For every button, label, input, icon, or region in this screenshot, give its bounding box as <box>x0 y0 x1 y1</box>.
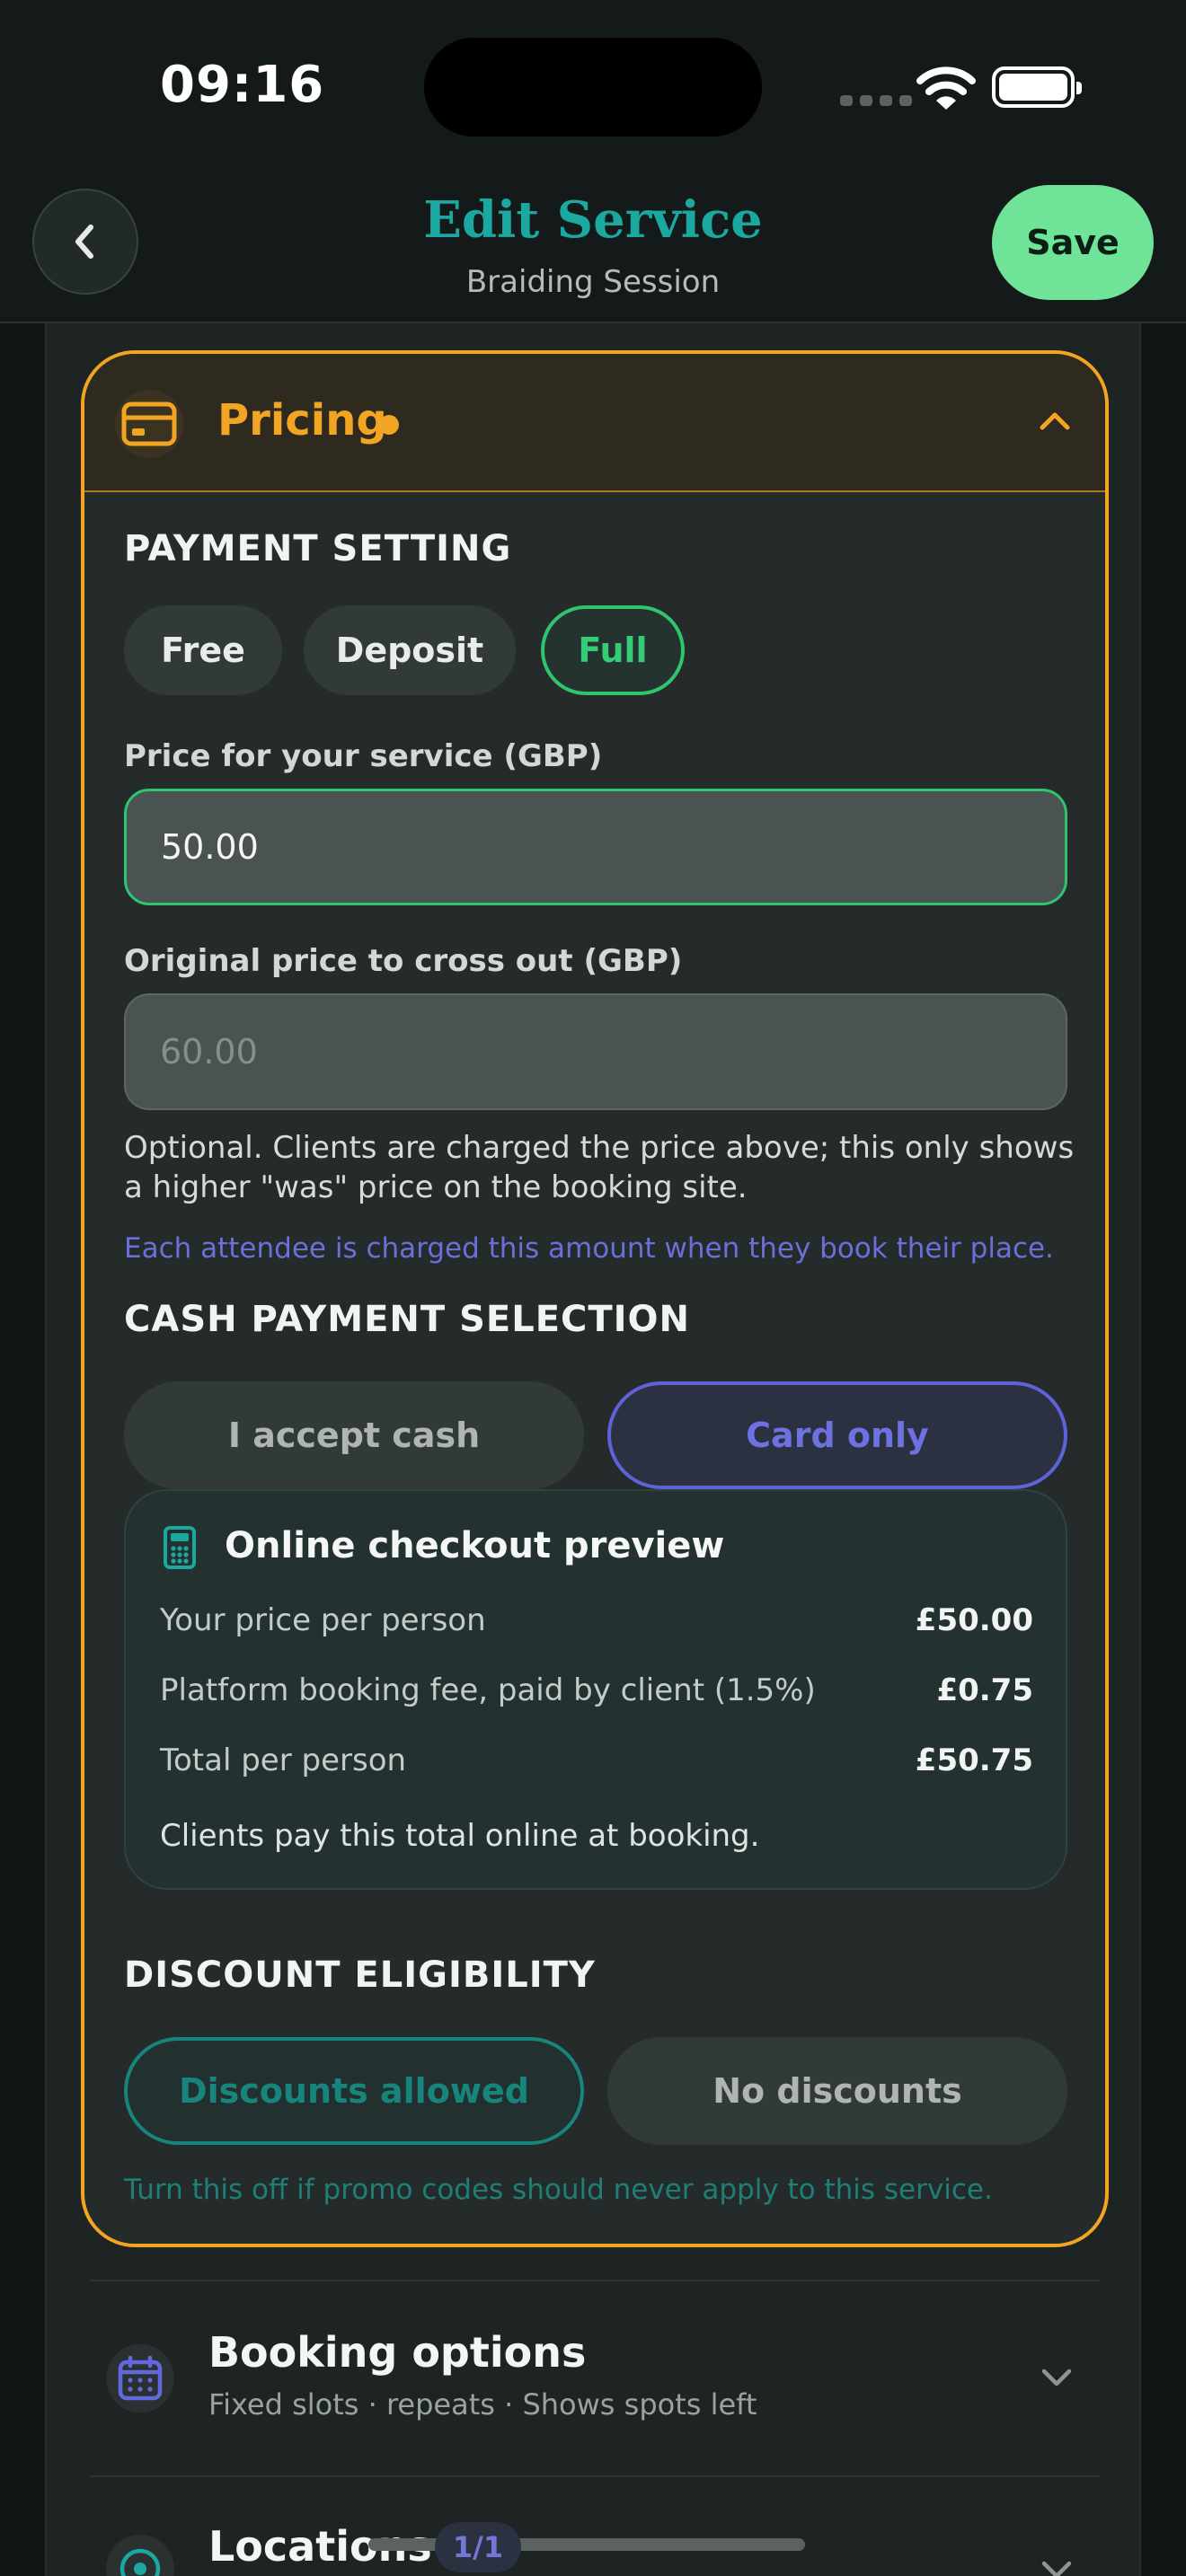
location-pin-icon <box>106 2535 174 2576</box>
original-price-input[interactable]: 60.00 <box>124 993 1067 1110</box>
attendee-note: Each attendee is charged this amount whe… <box>124 1232 1054 1265</box>
payment-option-free[interactable]: Free <box>124 605 282 695</box>
preview-row: Total per person £50.75 <box>160 1742 1033 1778</box>
wifi-icon <box>916 66 976 110</box>
booking-options-title: Booking options <box>208 2328 587 2377</box>
payment-option-deposit[interactable]: Deposit <box>304 605 516 695</box>
discount-hint: Turn this off if promo codes should neve… <box>124 2174 993 2206</box>
divider <box>90 2280 1100 2281</box>
page-indicator: 1/1 <box>435 2522 521 2572</box>
preview-row-value: £0.75 <box>936 1672 1033 1708</box>
preview-row-label: Platform booking fee, paid by client (1.… <box>160 1672 816 1708</box>
calendar-icon <box>106 2344 174 2413</box>
no-discounts-option[interactable]: No discounts <box>607 2037 1067 2145</box>
original-price-help: Optional. Clients are charged the price … <box>124 1130 1075 1205</box>
content-panel: Pricing PAYMENT SETTING Free Deposit Ful… <box>45 323 1141 2576</box>
dynamic-island <box>424 38 762 137</box>
discount-label: DISCOUNT ELIGIBILITY <box>124 1954 596 1996</box>
preview-row-label: Total per person <box>160 1742 407 1778</box>
preview-note: Clients pay this total online at booking… <box>160 1818 760 1854</box>
app-header: Edit Service Braiding Session Save <box>0 171 1186 323</box>
save-button[interactable]: Save <box>992 185 1154 300</box>
payment-setting-label: PAYMENT SETTING <box>124 528 512 569</box>
credit-card-icon <box>115 390 183 458</box>
chevron-down-icon <box>1041 2369 1072 2386</box>
divider <box>90 2475 1100 2477</box>
pricing-card: Pricing PAYMENT SETTING Free Deposit Ful… <box>81 350 1109 2247</box>
status-bar: 09:16 <box>0 0 1186 171</box>
preview-title: Online checkout preview <box>225 1525 725 1566</box>
price-input[interactable]: 50.00 <box>124 789 1067 905</box>
unsaved-dot <box>379 415 399 435</box>
pricing-header[interactable]: Pricing <box>84 354 1105 492</box>
payment-option-full[interactable]: Full <box>541 605 685 695</box>
signal-icon <box>840 95 912 106</box>
price-label: Price for your service (GBP) <box>124 738 603 774</box>
preview-row-value: £50.00 <box>915 1602 1033 1638</box>
preview-row-value: £50.75 <box>915 1742 1033 1778</box>
checkout-preview: Online checkout preview Your price per p… <box>124 1489 1067 1890</box>
card-only-option[interactable]: Card only <box>607 1381 1067 1489</box>
status-time: 09:16 <box>160 56 325 114</box>
preview-row: Your price per person £50.00 <box>160 1602 1033 1638</box>
pricing-title: Pricing <box>217 395 387 446</box>
battery-icon <box>992 66 1082 108</box>
original-price-label: Original price to cross out (GBP) <box>124 943 683 979</box>
chevron-up-icon[interactable] <box>1035 401 1075 440</box>
chevron-down-icon <box>1041 2561 1072 2576</box>
discounts-allowed-option[interactable]: Discounts allowed <box>124 2037 584 2145</box>
calculator-icon <box>164 1526 196 1569</box>
preview-row: Platform booking fee, paid by client (1.… <box>160 1672 1033 1708</box>
cash-payment-label: CASH PAYMENT SELECTION <box>124 1299 691 1340</box>
preview-row-label: Your price per person <box>160 1602 486 1638</box>
home-indicator <box>368 2538 805 2551</box>
accept-cash-option[interactable]: I accept cash <box>124 1381 584 1489</box>
booking-options-subtitle: Fixed slots · repeats · Shows spots left <box>208 2387 757 2422</box>
